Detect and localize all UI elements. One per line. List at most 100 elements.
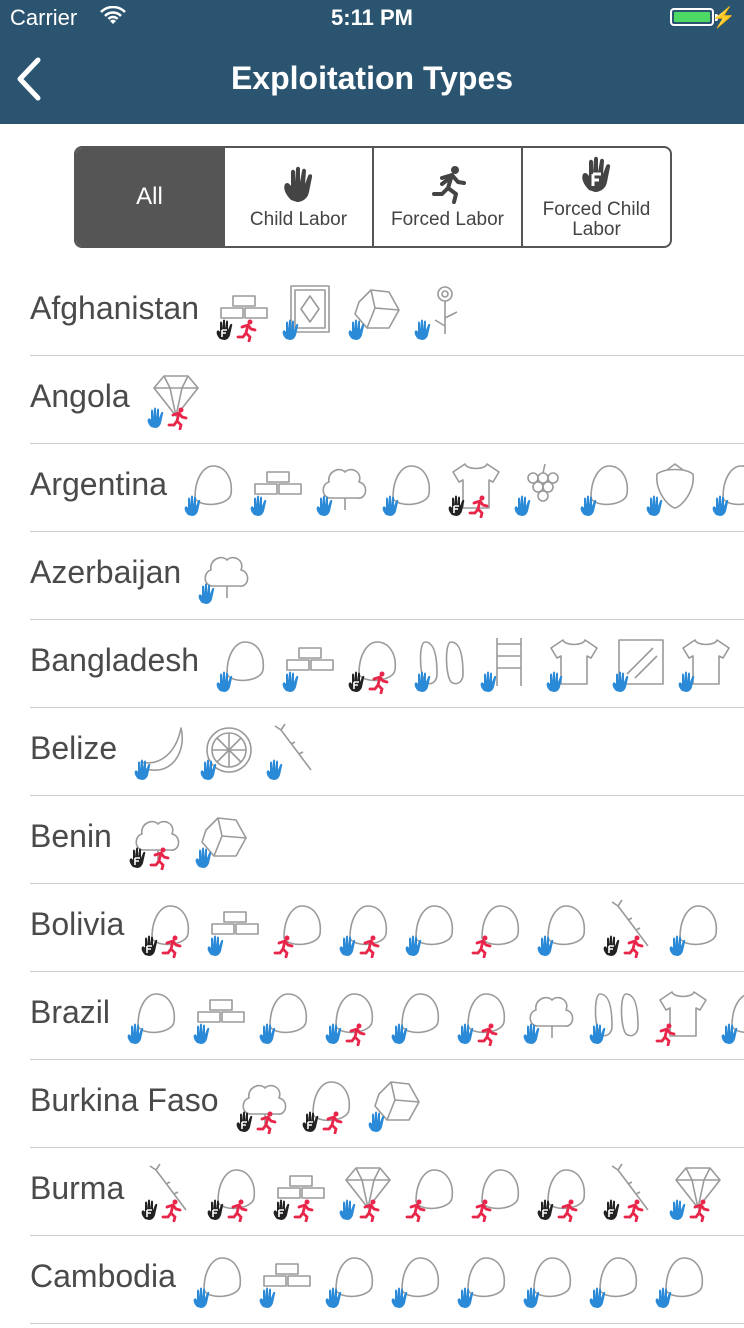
product-bricks[interactable] bbox=[281, 634, 339, 694]
forced-labor-icon bbox=[236, 319, 257, 342]
product-cotton[interactable] bbox=[522, 986, 580, 1046]
product-shrimp[interactable] bbox=[390, 1250, 448, 1310]
product-glass[interactable] bbox=[611, 634, 669, 694]
product-bananas[interactable] bbox=[133, 722, 191, 782]
product-cattle[interactable] bbox=[324, 986, 382, 1046]
filter-forced-child-labor-button[interactable]: Forced Child Labor bbox=[523, 148, 670, 246]
product-rice[interactable] bbox=[404, 1162, 462, 1222]
country-row[interactable]: Afghanistan bbox=[30, 268, 744, 356]
product-jade[interactable] bbox=[338, 1162, 396, 1222]
navigation-bar: Carrier 5:11 PM ⚡ Exploitation Types bbox=[0, 0, 744, 124]
product-bricks[interactable] bbox=[192, 986, 250, 1046]
product-diamonds[interactable] bbox=[146, 370, 204, 430]
country-row[interactable]: Burma bbox=[30, 1148, 744, 1236]
product-bricks[interactable] bbox=[215, 282, 273, 342]
product-silver[interactable] bbox=[536, 898, 594, 958]
hand-icon bbox=[283, 166, 312, 202]
product-blueberries[interactable] bbox=[183, 458, 241, 518]
product-alcoholic-beverages[interactable] bbox=[192, 1250, 250, 1310]
product-garments[interactable] bbox=[447, 458, 505, 518]
product-brazil-nuts[interactable] bbox=[140, 898, 198, 958]
product-carpets[interactable] bbox=[281, 282, 339, 342]
product-bricks[interactable] bbox=[206, 898, 264, 958]
filter-all-button[interactable]: All bbox=[76, 148, 225, 246]
product-salt[interactable] bbox=[588, 1250, 646, 1310]
product-grapes[interactable] bbox=[513, 458, 571, 518]
product-dried-fish[interactable] bbox=[347, 634, 405, 694]
product-fish[interactable] bbox=[324, 1250, 382, 1310]
filter-forced-labor-button[interactable]: Forced Labor bbox=[374, 148, 523, 246]
product-corn[interactable] bbox=[338, 898, 396, 958]
child-labor-icon bbox=[207, 935, 224, 956]
product-cotton[interactable] bbox=[315, 458, 373, 518]
country-row[interactable]: Bangladesh bbox=[30, 620, 744, 708]
product-olives[interactable] bbox=[579, 458, 637, 518]
country-row[interactable]: Belize bbox=[30, 708, 744, 796]
product-cotton[interactable] bbox=[128, 810, 186, 870]
product-bricks[interactable] bbox=[272, 1162, 330, 1222]
product-rubber[interactable] bbox=[522, 1250, 580, 1310]
product-sugarcane[interactable] bbox=[265, 722, 323, 782]
product-cashews[interactable] bbox=[258, 986, 316, 1046]
product-granite[interactable] bbox=[367, 1074, 425, 1134]
product-ceramics[interactable] bbox=[390, 986, 448, 1046]
product-tobacco[interactable] bbox=[711, 458, 744, 518]
country-name: Burma bbox=[30, 1170, 125, 1206]
product-poppies[interactable] bbox=[413, 282, 471, 342]
product-granite[interactable] bbox=[194, 810, 252, 870]
product-citrus-fruits[interactable] bbox=[199, 722, 257, 782]
country-name: Bolivia bbox=[30, 906, 125, 942]
product-beans[interactable] bbox=[206, 1162, 264, 1222]
country-name: Cambodia bbox=[30, 1258, 176, 1294]
child-labor-icon bbox=[391, 1023, 408, 1044]
product-sugarcane[interactable] bbox=[602, 1162, 660, 1222]
child-labor-icon bbox=[282, 319, 299, 340]
forced-labor-icon bbox=[161, 935, 182, 958]
product-charcoal[interactable] bbox=[456, 986, 514, 1046]
product-garments[interactable] bbox=[654, 986, 712, 1046]
product-garments[interactable] bbox=[545, 634, 603, 694]
country-row[interactable]: Bolivia bbox=[30, 884, 744, 972]
product-peanuts[interactable] bbox=[470, 898, 528, 958]
country-row[interactable]: Burkina Faso bbox=[30, 1060, 744, 1148]
product-cattle[interactable] bbox=[272, 898, 330, 958]
product-strawberries[interactable] bbox=[645, 458, 703, 518]
product-bidis[interactable] bbox=[215, 634, 273, 694]
product-tin[interactable] bbox=[668, 898, 726, 958]
country-row[interactable]: Angola bbox=[30, 356, 744, 444]
forced-labor-icon bbox=[468, 495, 489, 518]
product-shellfish[interactable] bbox=[654, 1250, 712, 1310]
child-labor-icon bbox=[193, 1023, 210, 1044]
product-manioc[interactable] bbox=[720, 986, 744, 1046]
product-bricks[interactable] bbox=[249, 458, 307, 518]
country-row[interactable]: Cambodia bbox=[30, 1236, 744, 1324]
country-row[interactable]: Argentina bbox=[30, 444, 744, 532]
product-bamboo[interactable] bbox=[140, 1162, 198, 1222]
country-row[interactable]: Benin bbox=[30, 796, 744, 884]
forced-labor-icon bbox=[359, 935, 380, 958]
product-meat[interactable] bbox=[456, 1250, 514, 1310]
country-row[interactable]: Brazil bbox=[30, 972, 744, 1060]
child-labor-icon bbox=[316, 495, 333, 516]
country-name: Angola bbox=[30, 378, 130, 414]
product-coal[interactable] bbox=[347, 282, 405, 342]
product-cotton[interactable] bbox=[235, 1074, 293, 1134]
product-footwear[interactable] bbox=[588, 986, 646, 1046]
product-gold[interactable] bbox=[301, 1074, 359, 1134]
product-rice-cooked[interactable] bbox=[536, 1162, 594, 1222]
product-cotton[interactable] bbox=[197, 546, 255, 606]
product-bricks[interactable] bbox=[258, 1250, 316, 1310]
product-beef[interactable] bbox=[126, 986, 184, 1046]
product-furniture[interactable] bbox=[479, 634, 537, 694]
product-leather[interactable] bbox=[677, 634, 735, 694]
product-footwear[interactable] bbox=[413, 634, 471, 694]
product-gold[interactable] bbox=[404, 898, 462, 958]
product-rubies[interactable] bbox=[668, 1162, 726, 1222]
country-row[interactable]: Azerbaijan bbox=[30, 532, 744, 620]
product-peas[interactable] bbox=[470, 1162, 528, 1222]
child-labor-icon bbox=[266, 759, 283, 780]
filter-child-labor-button[interactable]: Child Labor bbox=[225, 148, 374, 246]
product-sugarcane[interactable] bbox=[602, 898, 660, 958]
child-labor-icon bbox=[589, 1287, 606, 1308]
product-garlic[interactable] bbox=[381, 458, 439, 518]
